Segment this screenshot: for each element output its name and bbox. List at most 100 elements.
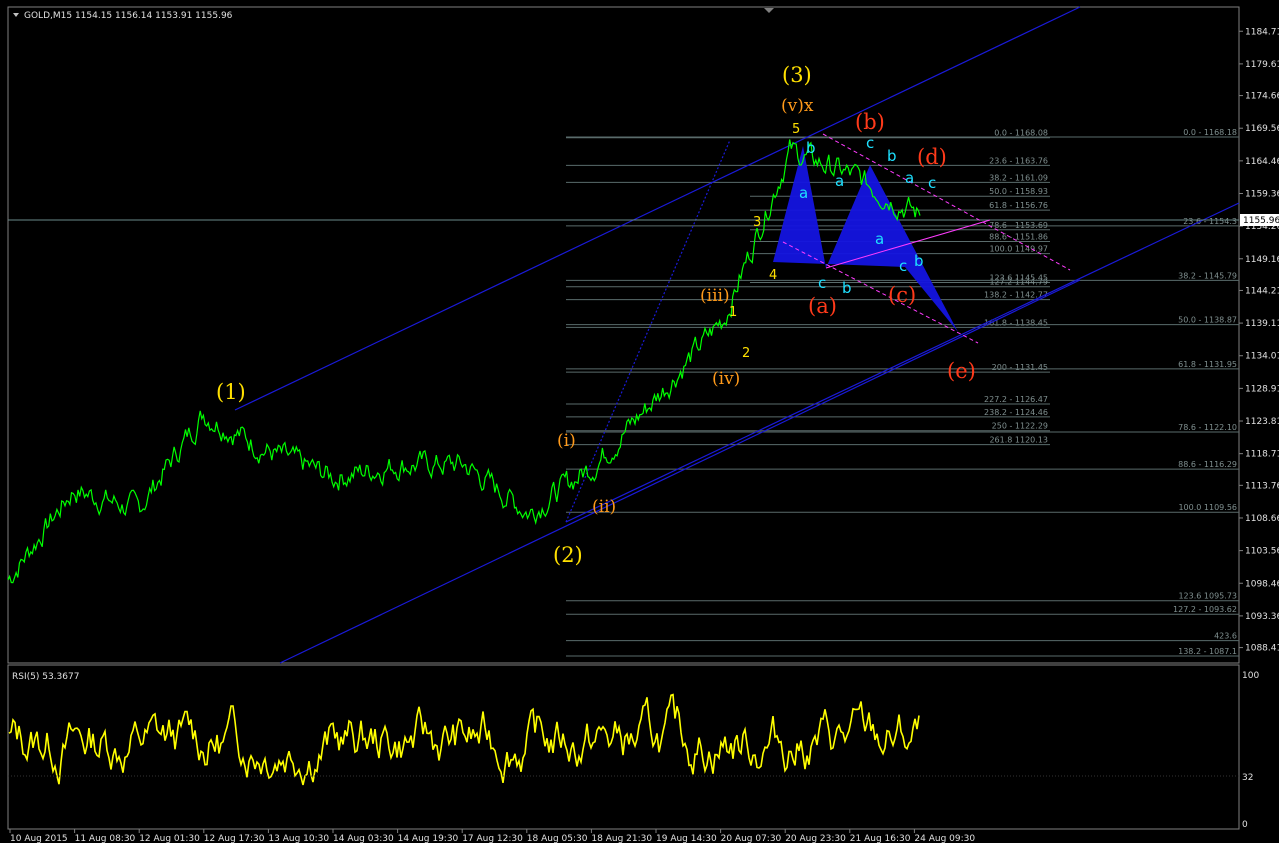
time-tick-label: 24 Aug 09:30: [914, 834, 975, 843]
price-tick-label: 1088.41: [1245, 644, 1279, 654]
price-tick-label: 1134.01: [1245, 352, 1279, 362]
fib-ext-label: 61.8 - 1131.95: [1178, 360, 1237, 369]
wave-c-label: (c): [888, 283, 916, 307]
price-tick-label: 1118.71: [1245, 450, 1279, 460]
subwave-b1: b: [806, 139, 816, 157]
wave-iv-label: (iv): [712, 369, 740, 389]
price-tick-label: 1128.91: [1245, 384, 1279, 394]
fib-level-label: 250 - 1122.29: [992, 422, 1048, 431]
price-tick-label: 1103.56: [1245, 547, 1279, 557]
wave-vx-label: (v)x: [781, 96, 814, 116]
subwave-b2: b: [842, 279, 852, 297]
fib-level-label: 78.6 - 1153.69: [989, 221, 1048, 230]
wave-n3-label: 3: [753, 215, 761, 230]
fib-level-label: 23.6 - 1163.76: [989, 156, 1048, 165]
fib-ext-label: 23.6 - 1154.3: [1183, 217, 1237, 226]
wave-iii-label: (iii): [700, 286, 730, 306]
wave-e-label: (e): [947, 359, 976, 383]
fib-level-label: 88.6 - 1151.86: [989, 232, 1048, 241]
wave-a-label: (a): [808, 294, 837, 318]
wave-1-label: (1): [216, 380, 246, 404]
time-tick-label: 20 Aug 07:30: [721, 834, 782, 843]
wave-2-label: (2): [553, 543, 583, 567]
price-tick-label: 1139.11: [1245, 319, 1279, 329]
price-tick-label: 1098.46: [1245, 579, 1279, 589]
price-tick-label: 1144.21: [1245, 286, 1279, 296]
wave-n1-label: 1: [729, 305, 737, 320]
fib-ext-label: 38.2 - 1145.79: [1178, 271, 1237, 280]
time-tick-label: 14 Aug 03:30: [333, 834, 394, 843]
fib-ext-label: 0.0 - 1168.18: [1183, 128, 1237, 137]
fib-ext-label: 423.6: [1214, 632, 1237, 641]
price-tick-label: 1169.56: [1245, 124, 1279, 134]
subwave-b4: b: [914, 252, 924, 270]
wave-3-label: (3): [782, 63, 812, 87]
price-tick-label: 1123.81: [1245, 417, 1279, 427]
price-tick-label: 1164.46: [1245, 157, 1279, 167]
fib-level-label: 38.2 - 1161.09: [989, 173, 1048, 182]
wave-i-label: (i): [557, 431, 576, 451]
time-tick-label: 17 Aug 12:30: [462, 834, 523, 843]
fib-ext-label: 78.6 - 1122.10: [1178, 423, 1237, 432]
rsi-label: RSI(5) 53.3677: [12, 672, 79, 682]
fib-ext-label: 50.0 - 1138.87: [1178, 316, 1237, 325]
fib-level-label: 61.8 - 1156.76: [989, 201, 1048, 210]
time-tick-label: 12 Aug 17:30: [204, 834, 265, 843]
time-axis: 10 Aug 2015 11 Aug 08:30 12 Aug 01:30 12 Au…: [9, 829, 975, 843]
price-tick-label: 1149.16: [1245, 255, 1279, 265]
wave-n5-label: 5: [792, 122, 800, 137]
fib-level-label: 227.2 - 1126.47: [984, 395, 1048, 404]
price-tick-label: 1174.66: [1245, 92, 1279, 102]
subwave-a4: a: [905, 169, 914, 187]
price-tick-label: 1113.76: [1245, 481, 1279, 491]
time-tick-label: 19 Aug 14:30: [656, 834, 717, 843]
fib-level-label: 261.8 1120.13: [989, 436, 1048, 445]
price-tick-label: 1184.71: [1245, 27, 1279, 37]
time-tick-label: 18 Aug 05:30: [527, 834, 588, 843]
rsi-tick-0: 0: [1242, 820, 1248, 830]
wave-n2-label: 2: [742, 346, 750, 361]
fib-level-label: 0.0 - 1168.08: [994, 129, 1048, 138]
fib-level-label: 200 - 1131.45: [992, 363, 1048, 372]
price-axis: 1184.71 1179.61 1174.66 1169.56 1164.46 1159.…: [1239, 27, 1279, 654]
fib-level-label: 100.0 1149.97: [989, 245, 1048, 254]
subwave-b3: b: [887, 147, 897, 165]
price-tick-label: 1179.61: [1245, 60, 1279, 70]
rsi-tick-100: 100: [1242, 671, 1259, 681]
subwave-c3: c: [899, 257, 907, 275]
wave-b-label: (b): [855, 110, 885, 134]
current-price-label: 1155.96: [1243, 216, 1279, 226]
fib-ext-label: 138.2 - 1087.1: [1178, 647, 1237, 656]
time-tick-label: 10 Aug 2015: [10, 834, 68, 843]
rsi-tick-32: 32: [1242, 773, 1253, 783]
chart-header-label: GOLD,M15 1154.15 1156.14 1153.91 1155.96: [24, 11, 233, 21]
fib-ext-label: 88.6 - 1116.29: [1178, 460, 1237, 469]
price-tick-label: 1093.36: [1245, 612, 1279, 622]
subwave-a3: a: [875, 230, 884, 248]
time-tick-label: 14 Aug 19:30: [398, 834, 459, 843]
fib-ext-label: 127.2 - 1093.62: [1173, 605, 1237, 614]
time-tick-label: 13 Aug 10:30: [268, 834, 329, 843]
wave-n4-label: 4: [769, 268, 777, 283]
subwave-c1: c: [818, 274, 826, 292]
time-tick-label: 18 Aug 21:30: [591, 834, 652, 843]
fib-ext-label: 123.6 1095.73: [1178, 592, 1237, 601]
subwave-a2: a: [835, 172, 844, 190]
subwave-c2: c: [866, 134, 874, 152]
fib-level-label: 238.2 - 1124.46: [984, 408, 1048, 417]
time-tick-label: 12 Aug 01:30: [139, 834, 200, 843]
fib-level-label: 127.2 1144.79: [989, 278, 1048, 287]
time-tick-label: 21 Aug 16:30: [850, 834, 911, 843]
fib-ext-label: 100.0 1109.56: [1178, 503, 1237, 512]
fib-level-label: 50.0 - 1158.93: [989, 187, 1048, 196]
wave-d-label: (d): [917, 145, 947, 169]
price-tick-label: 1159.36: [1245, 189, 1279, 199]
trading-chart[interactable]: 0.0 - 1168.08 23.6 - 1163.76 38.2 - 1161.0…: [0, 0, 1279, 843]
price-tick-label: 1108.66: [1245, 514, 1279, 524]
subwave-a1: a: [799, 184, 808, 202]
price-panel-frame: [7, 6, 1240, 664]
subwave-c4: c: [928, 174, 936, 192]
time-tick-label: 20 Aug 23:30: [785, 834, 846, 843]
time-tick-label: 11 Aug 08:30: [75, 834, 136, 843]
wave-ii-label: (ii): [592, 497, 616, 517]
